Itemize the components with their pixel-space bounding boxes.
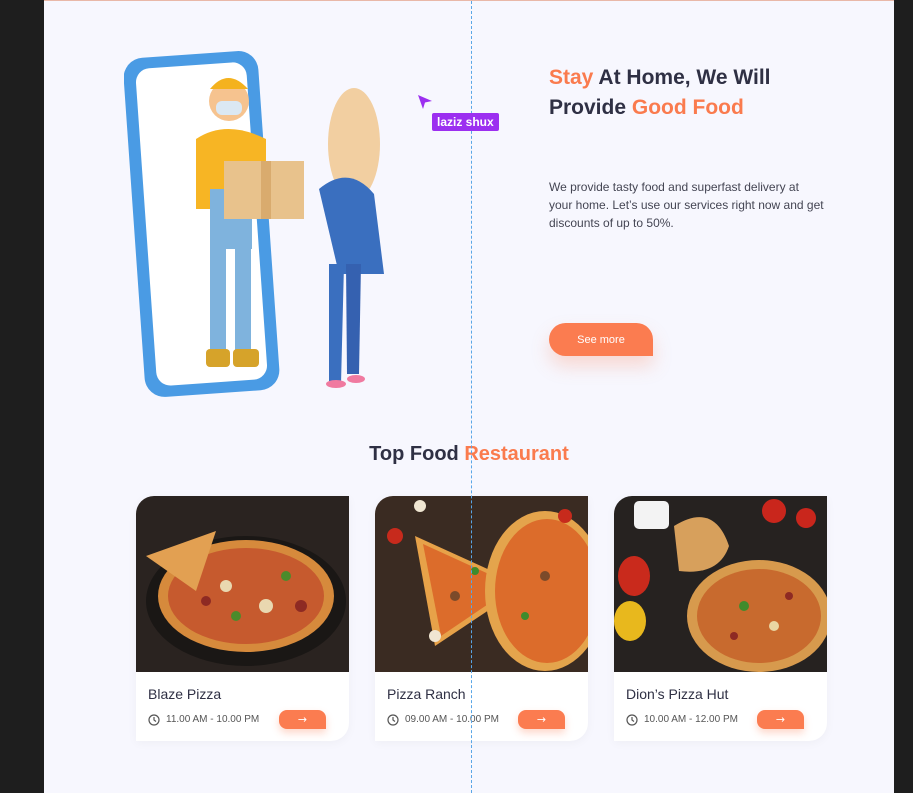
- pizza-image: [136, 496, 349, 672]
- pizza-image: [614, 496, 827, 672]
- hero-description: We provide tasty food and superfast deli…: [549, 180, 824, 230]
- hero-title: Stay At Home, We Will Provide Good Food: [549, 63, 829, 123]
- restaurant-name: Blaze Pizza: [148, 686, 222, 702]
- design-canvas: Stay At Home, We Will Provide Good Food …: [44, 0, 894, 793]
- pizza-image: [375, 496, 588, 672]
- restaurant-name: Dion’s Pizza Hut: [626, 686, 729, 702]
- clock-icon: [148, 714, 160, 726]
- section-title-accent: Restaurant: [464, 443, 569, 465]
- see-more-button[interactable]: See more: [549, 323, 653, 356]
- restaurant-name: Pizza Ranch: [387, 686, 466, 702]
- open-restaurant-button[interactable]: →: [279, 710, 326, 729]
- delivery-illustration: [124, 51, 384, 397]
- section-title: Top Food Restaurant: [44, 443, 894, 466]
- section-title-main: Top Food: [369, 443, 459, 465]
- opening-hours: 10.00 AM - 12.00 PM: [644, 714, 738, 725]
- restaurant-card[interactable]: Blaze Pizza 11.00 AM - 10.00 PM →: [136, 496, 349, 741]
- opening-hours: 09.00 AM - 10.00 PM: [405, 714, 499, 725]
- arrow-right-icon: →: [775, 713, 786, 726]
- clock-icon: [387, 714, 399, 726]
- hero-title-accent-end: Good Food: [631, 96, 744, 119]
- collaborator-name-tag: laziz shux: [432, 113, 499, 131]
- hero-title-accent-start: Stay: [549, 66, 594, 89]
- restaurant-card[interactable]: Dion’s Pizza Hut 10.00 AM - 12.00 PM →: [614, 496, 827, 741]
- restaurant-card[interactable]: Pizza Ranch 09.00 AM - 10.00 PM →: [375, 496, 588, 741]
- arrow-right-icon: →: [297, 713, 308, 726]
- open-restaurant-button[interactable]: →: [518, 710, 565, 729]
- opening-hours: 11.00 AM - 10.00 PM: [166, 714, 260, 725]
- clock-icon: [626, 714, 638, 726]
- arrow-right-icon: →: [536, 713, 547, 726]
- collaborator-cursor-icon: [418, 95, 432, 109]
- open-restaurant-button[interactable]: →: [757, 710, 804, 729]
